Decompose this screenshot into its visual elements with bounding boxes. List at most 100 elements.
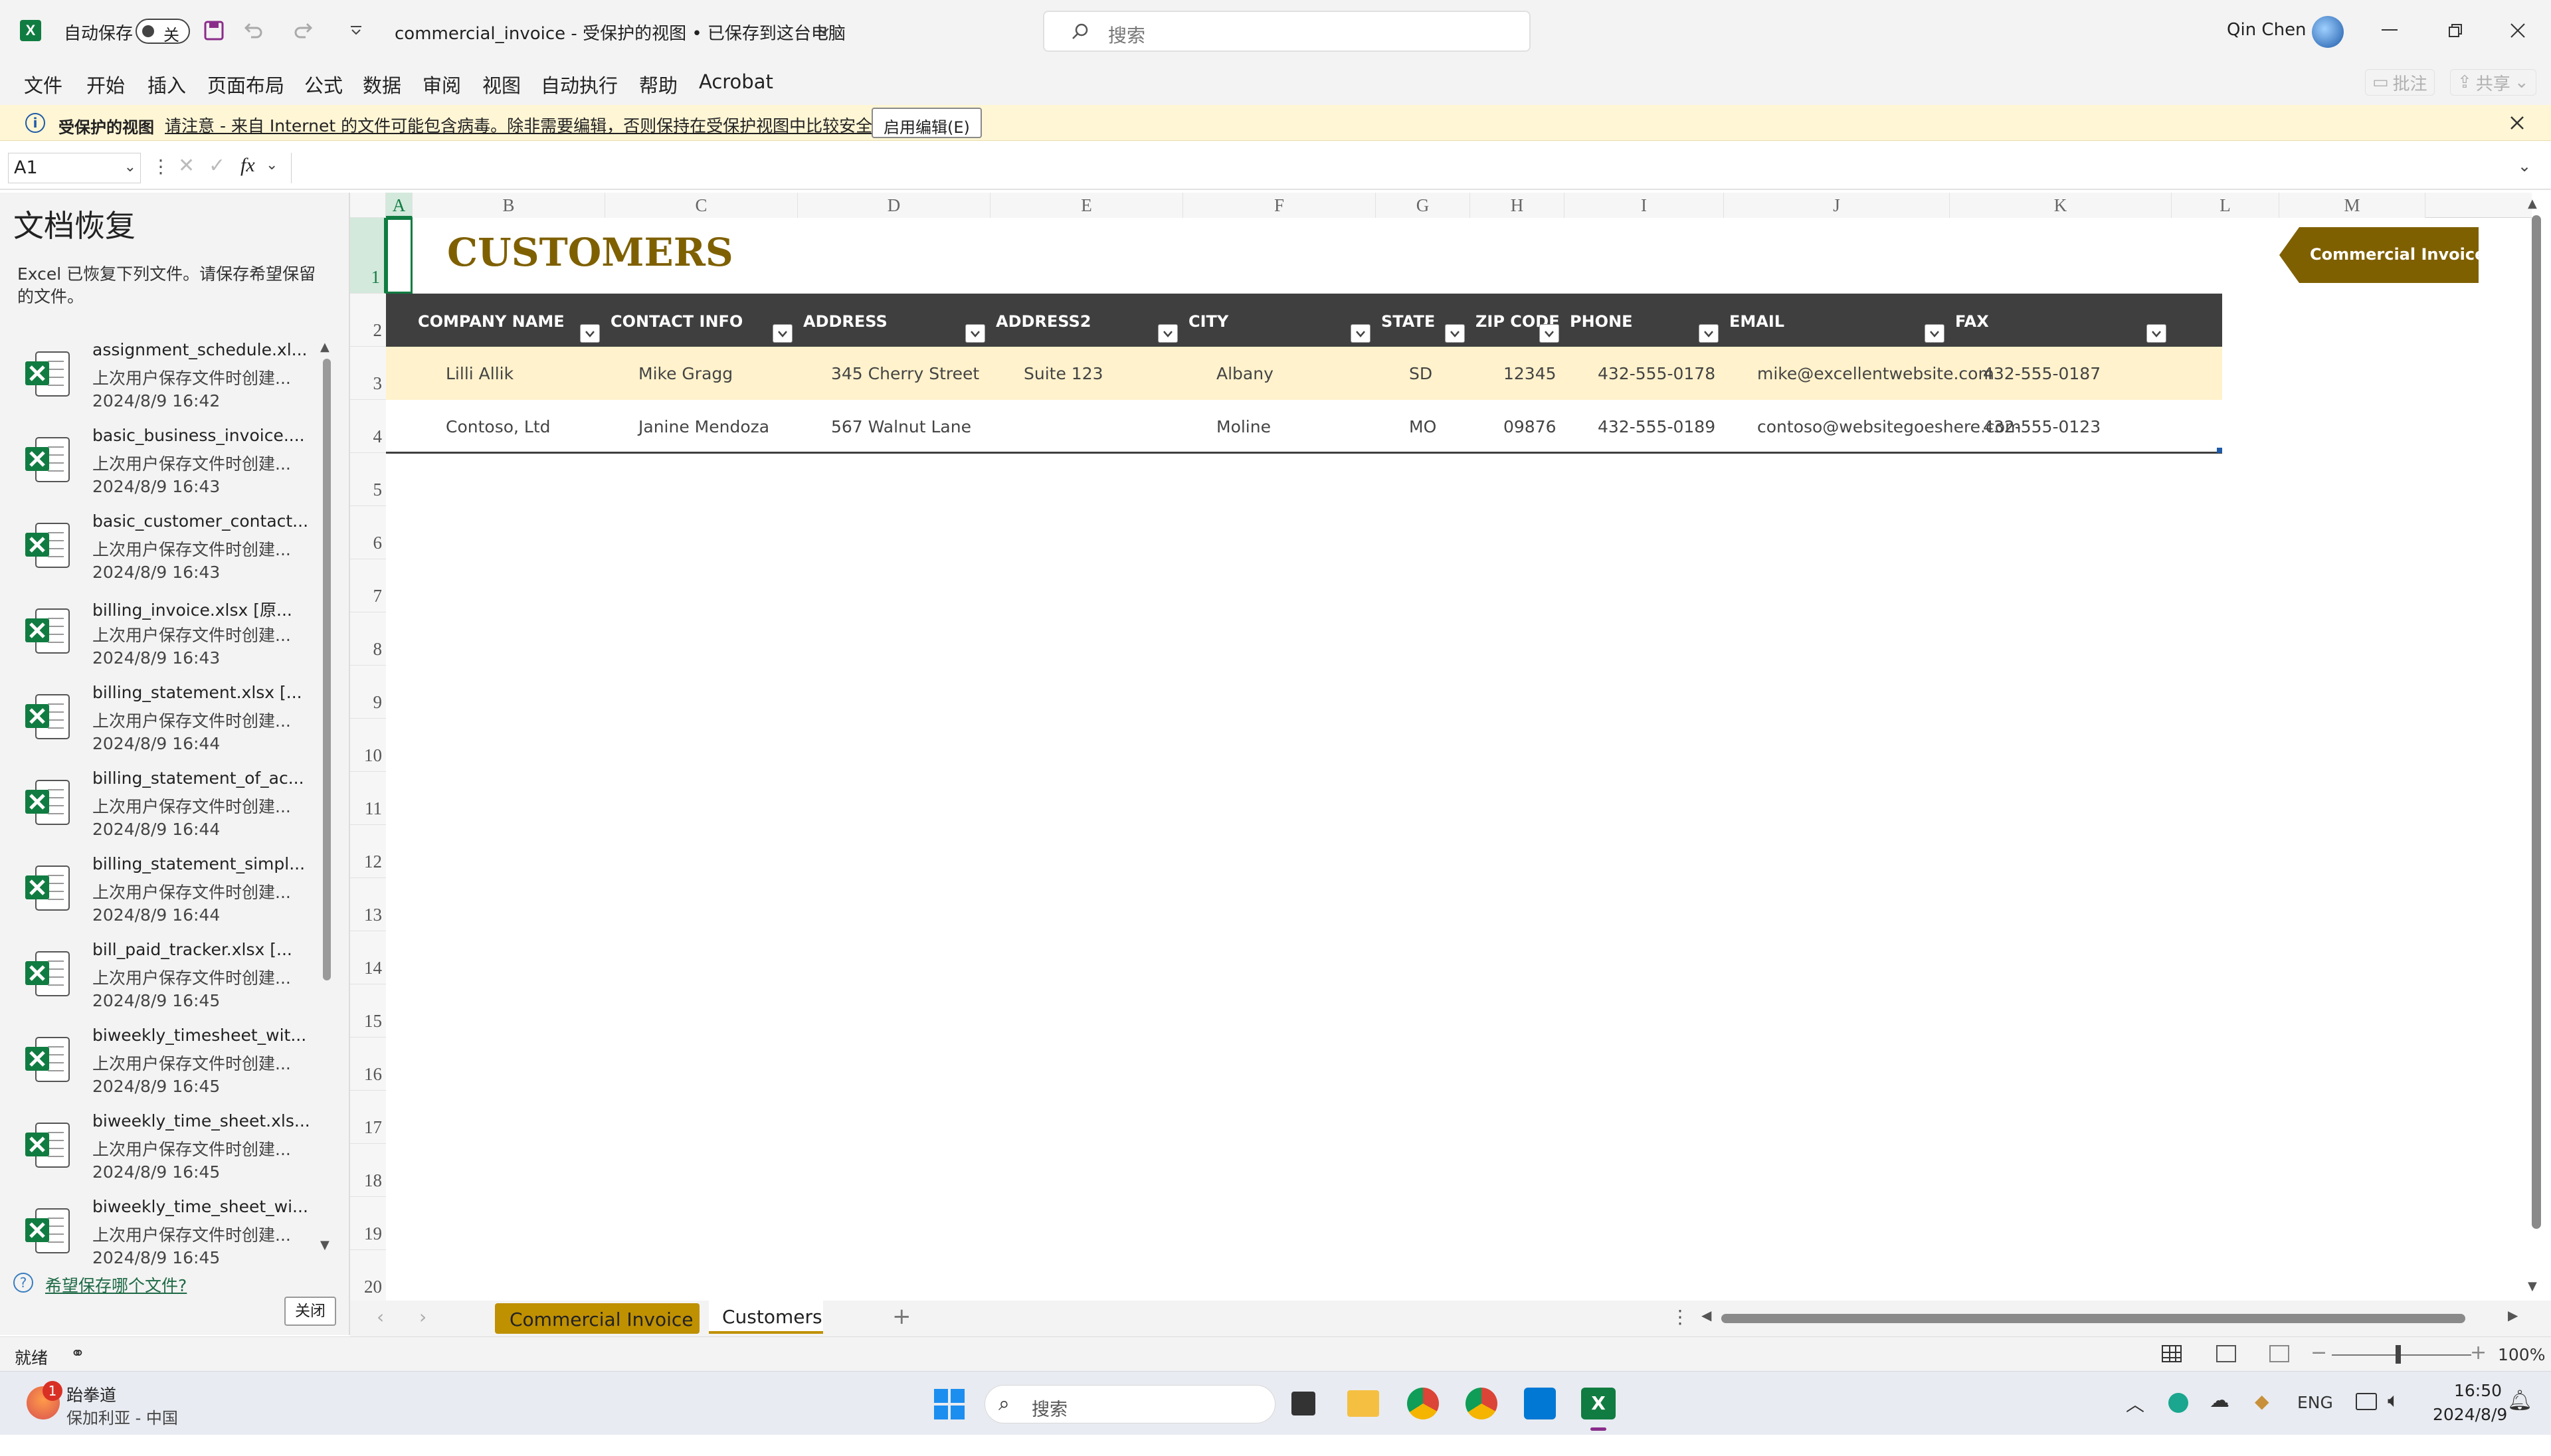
table-cell[interactable]: 432-555-0187 — [1983, 364, 2101, 383]
excel-taskbar-icon[interactable]: X — [1581, 1388, 1616, 1419]
recovery-file-item[interactable]: billing_statement.xlsx [... 上次用户保存文件时创建..… — [0, 683, 312, 769]
filter-dropdown-button[interactable] — [1351, 324, 1370, 343]
hscroll-right-icon[interactable]: ▶ — [2508, 1307, 2518, 1323]
zoom-slider-track[interactable] — [2332, 1354, 2471, 1356]
recovery-close-button[interactable]: 关闭 — [284, 1297, 336, 1326]
title-dropdown-icon[interactable] — [816, 23, 832, 39]
column-header-e[interactable]: E — [991, 193, 1183, 218]
which-file-help-link[interactable]: 希望保存哪个文件? — [45, 1273, 187, 1297]
recovery-file-item[interactable]: assignment_schedule.xl... 上次用户保存文件时创建... 2… — [0, 340, 312, 426]
close-window-icon[interactable] — [2508, 21, 2527, 40]
column-header-k[interactable]: K — [1950, 193, 2172, 218]
next-sheet-icon[interactable]: › — [419, 1306, 426, 1328]
menu-formulas[interactable]: 公式 — [304, 70, 343, 98]
table-cell[interactable]: 09876 — [1503, 417, 1557, 436]
edge-tray-icon[interactable] — [2168, 1393, 2188, 1413]
row-header-18[interactable]: 18 — [350, 1144, 386, 1197]
select-all-corner[interactable] — [350, 193, 386, 218]
recovery-file-item[interactable]: basic_business_invoice.... 上次用户保存文件时创建...… — [0, 426, 312, 511]
row-header-11[interactable]: 11 — [350, 772, 386, 825]
column-header-b[interactable]: B — [413, 193, 605, 218]
chrome-profile-icon[interactable] — [1465, 1388, 1497, 1419]
table-cell[interactable]: 12345 — [1503, 364, 1557, 383]
undo-icon[interactable] — [240, 19, 264, 43]
row-header-9[interactable]: 9 — [350, 666, 386, 719]
table-cell[interactable]: Lilli Allik — [446, 364, 514, 383]
clock-time[interactable]: 16:50 — [2454, 1381, 2502, 1400]
onedrive-icon[interactable]: ☁ — [2210, 1389, 2229, 1412]
zoom-in-icon[interactable]: + — [2470, 1341, 2487, 1364]
recovery-file-item[interactable]: biweekly_time_sheet_wi... 上次用户保存文件时创建... 2… — [0, 1197, 312, 1283]
taskbar-search[interactable]: ⌕ 搜索 — [985, 1385, 1276, 1423]
filter-dropdown-button[interactable] — [1158, 324, 1178, 343]
table-cell[interactable]: contoso@websitegoeshere.com — [1757, 417, 2021, 436]
recovery-scroll-up[interactable]: ▲ — [320, 340, 330, 354]
file-explorer-icon[interactable] — [1347, 1390, 1379, 1417]
recovery-file-item[interactable]: biweekly_timesheet_wit... 上次用户保存文件时创建... 2… — [0, 1026, 312, 1111]
filter-dropdown-button[interactable] — [1699, 324, 1719, 343]
grid-vertical-scrollbar-thumb[interactable] — [2532, 215, 2541, 1229]
clock-date[interactable]: 2024/8/9 — [2433, 1405, 2507, 1424]
cancel-icon[interactable]: ✕ — [178, 154, 195, 177]
column-header-f[interactable]: F — [1183, 193, 1376, 218]
task-view-icon[interactable] — [1291, 1392, 1315, 1415]
notifications-icon[interactable]: 🔔︎ — [2507, 1389, 2532, 1412]
filter-dropdown-button[interactable] — [2146, 324, 2166, 343]
row-header-10[interactable]: 10 — [350, 719, 386, 772]
filter-dropdown-button[interactable] — [580, 324, 600, 343]
enable-editing-button[interactable]: 启用编辑(E) — [872, 108, 982, 138]
name-box[interactable]: A1 ⌄ — [8, 153, 141, 183]
document-title[interactable]: commercial_invoice - 受保护的视图 • 已保存到这台电脑 — [395, 20, 846, 45]
table-cell[interactable]: Mike Gragg — [638, 364, 733, 383]
cat-tray-icon[interactable]: ◆ — [2255, 1390, 2269, 1412]
prev-sheet-icon[interactable]: ‹ — [377, 1306, 384, 1328]
row-header-3[interactable]: 3 — [350, 347, 386, 400]
menu-acrobat[interactable]: Acrobat — [699, 70, 773, 93]
column-header-l[interactable]: L — [2172, 193, 2279, 218]
chevron-down-icon[interactable]: ⌄ — [266, 157, 278, 173]
widget-title[interactable]: 跆拳道 — [66, 1382, 116, 1406]
row-header-5[interactable]: 5 — [350, 453, 386, 506]
chrome-icon[interactable] — [1407, 1388, 1439, 1419]
table-cell[interactable]: Contoso, Ltd — [446, 417, 551, 436]
zoom-level[interactable]: 100% — [2498, 1345, 2545, 1364]
protected-view-message[interactable]: 请注意 - 来自 Internet 的文件可能包含病毒。除非需要编辑，否则保持在… — [165, 113, 889, 137]
row-header-13[interactable]: 13 — [350, 878, 386, 931]
grid-scroll-up[interactable]: ▲ — [2528, 197, 2537, 211]
page-break-view-icon[interactable] — [2269, 1345, 2289, 1362]
table-cell[interactable]: SD — [1409, 364, 1432, 383]
language-indicator[interactable]: ENG — [2297, 1393, 2333, 1412]
cell-area[interactable]: CUSTOMERS Commercial Invoice COMPANY NAM… — [386, 218, 2524, 1301]
selected-cell-a1[interactable] — [386, 218, 413, 294]
recovery-file-item[interactable]: billing_statement_simpl... 上次用户保存文件时创建...… — [0, 854, 312, 940]
row-header-17[interactable]: 17 — [350, 1091, 386, 1144]
row-header-4[interactable]: 4 — [350, 400, 386, 453]
expand-formula-icon[interactable]: ⌄ — [2518, 157, 2531, 175]
menu-review[interactable]: 审阅 — [423, 70, 461, 98]
table-cell[interactable]: 567 Walnut Lane — [831, 417, 971, 436]
column-header-i[interactable]: I — [1564, 193, 1724, 218]
horizontal-scrollbar-thumb[interactable] — [1721, 1314, 2465, 1323]
row-header-16[interactable]: 16 — [350, 1038, 386, 1091]
row-header-19[interactable]: 19 — [350, 1197, 386, 1250]
table-cell[interactable]: Suite 123 — [1024, 364, 1103, 383]
recovery-scroll-down[interactable]: ▼ — [320, 1238, 330, 1252]
menu-automate[interactable]: 自动执行 — [541, 70, 618, 98]
comments-button[interactable]: ▭ 批注 — [2365, 69, 2435, 96]
minimize-icon[interactable] — [2382, 29, 2398, 31]
menu-page-layout[interactable]: 页面布局 — [207, 70, 284, 98]
menu-file[interactable]: 文件 — [24, 70, 62, 98]
recovery-file-item[interactable]: biweekly_time_sheet.xls... 上次用户保存文件时创建...… — [0, 1111, 312, 1197]
function-icon[interactable]: fx — [240, 154, 255, 177]
recovery-file-item[interactable]: bill_paid_tracker.xlsx [... 上次用户保存文件时创建..… — [0, 940, 312, 1026]
column-header-m[interactable]: M — [2279, 193, 2425, 218]
menu-help[interactable]: 帮助 — [639, 70, 678, 98]
row-header-20[interactable]: 20 — [350, 1250, 386, 1303]
filter-dropdown-button[interactable] — [1445, 324, 1465, 343]
save-icon[interactable] — [203, 20, 225, 41]
autosave-toggle[interactable]: 关 — [136, 19, 190, 45]
row-header-2[interactable]: 2 — [350, 294, 386, 347]
close-bar-icon[interactable] — [2508, 114, 2526, 132]
vscode-icon[interactable] — [1524, 1388, 1556, 1419]
worksheet-grid[interactable]: ABCDEFGHIJKLM 1 2 3 4 5 6 7 8 9 10 11 12 13 14 15 16 17 1… — [350, 193, 2541, 1303]
